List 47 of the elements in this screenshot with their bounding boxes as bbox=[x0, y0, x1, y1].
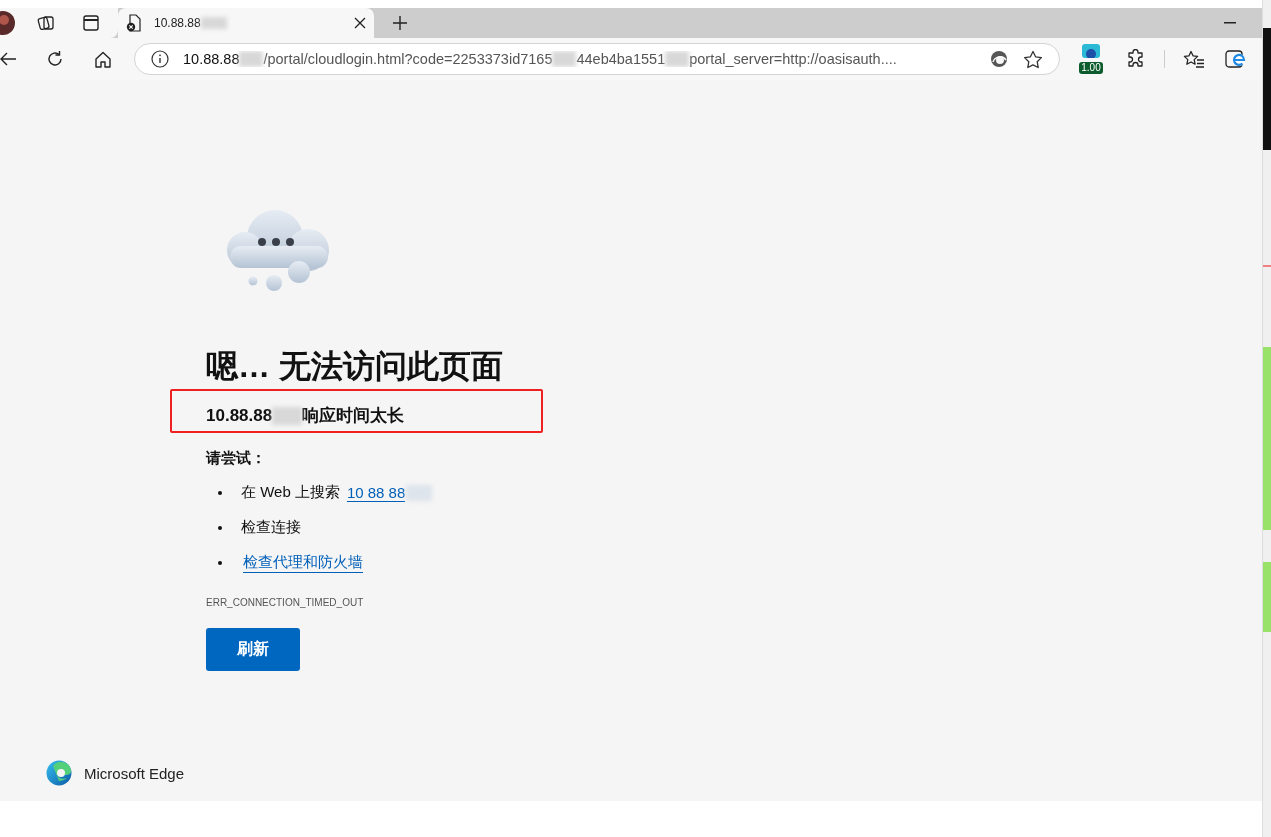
new-tab-icon[interactable] bbox=[392, 15, 408, 31]
bullet-icon bbox=[218, 490, 222, 495]
redaction-blur bbox=[239, 51, 264, 67]
error-host: 10.88.88 bbox=[206, 405, 273, 426]
extensions-icon[interactable] bbox=[1126, 49, 1146, 69]
info-icon[interactable] bbox=[151, 50, 169, 68]
refresh-icon[interactable] bbox=[46, 50, 64, 68]
error-heading: 嗯… 无法访问此页面 bbox=[206, 347, 503, 386]
close-icon[interactable] bbox=[354, 17, 366, 29]
home-icon[interactable] bbox=[94, 50, 112, 68]
browser-tab[interactable]: 10.88.88 bbox=[118, 8, 374, 38]
redaction-blur bbox=[406, 484, 433, 501]
bullet-icon bbox=[218, 525, 222, 530]
url-text: /portal/cloudlogin.html?code=2253373id7165 bbox=[263, 51, 553, 67]
tab-actions-icon[interactable] bbox=[82, 14, 100, 32]
collections-icon[interactable] bbox=[37, 13, 57, 33]
suggestion-text: 检查连接 bbox=[241, 518, 301, 537]
url-text: 44eb4ba1551 bbox=[576, 51, 666, 67]
extension-button[interactable]: 1.00 bbox=[1078, 44, 1104, 74]
url-text: portal_server=http://oasisauth.... bbox=[689, 51, 897, 67]
extension-badge: 1.00 bbox=[1079, 62, 1103, 74]
suggestion-text: 在 Web 上搜索 bbox=[241, 483, 340, 502]
try-label: 请尝试： bbox=[206, 449, 266, 468]
minimize-icon[interactable] bbox=[1224, 22, 1236, 24]
address-bar[interactable]: 10.88.88 /portal/cloudlogin.html?code=2253373id7165 44eb4ba1551 portal_server=http://oasisauth.... bbox=[134, 43, 1060, 75]
avatar-icon[interactable] bbox=[0, 10, 16, 36]
tab-title: 10.88.88 bbox=[154, 16, 201, 30]
brand-name: Microsoft Edge bbox=[84, 764, 185, 782]
redaction-blur bbox=[552, 51, 577, 67]
error-code: ERR_CONNECTION_TIMED_OUT bbox=[206, 597, 364, 608]
refresh-button[interactable]: 刷新 bbox=[206, 628, 300, 671]
extension-logo-icon bbox=[1082, 44, 1100, 58]
favorites-icon[interactable] bbox=[1183, 49, 1205, 69]
redaction-blur bbox=[200, 17, 227, 29]
star-icon[interactable] bbox=[1023, 49, 1043, 69]
bullet-icon bbox=[218, 560, 222, 565]
back-icon[interactable] bbox=[0, 52, 16, 66]
redaction-blur bbox=[272, 406, 303, 425]
edge-logo-icon bbox=[46, 760, 72, 786]
search-link[interactable]: 10 88 88 bbox=[346, 483, 406, 502]
redaction-blur bbox=[665, 51, 690, 67]
url-text: 10.88.88 bbox=[183, 51, 240, 67]
edge-swirl-icon[interactable] bbox=[989, 49, 1009, 69]
proxy-firewall-link[interactable]: 检查代理和防火墙 bbox=[243, 552, 363, 573]
ie-mode-icon[interactable] bbox=[1225, 49, 1247, 69]
error-message: 响应时间太长 bbox=[302, 405, 405, 427]
error-page-icon bbox=[126, 14, 142, 32]
